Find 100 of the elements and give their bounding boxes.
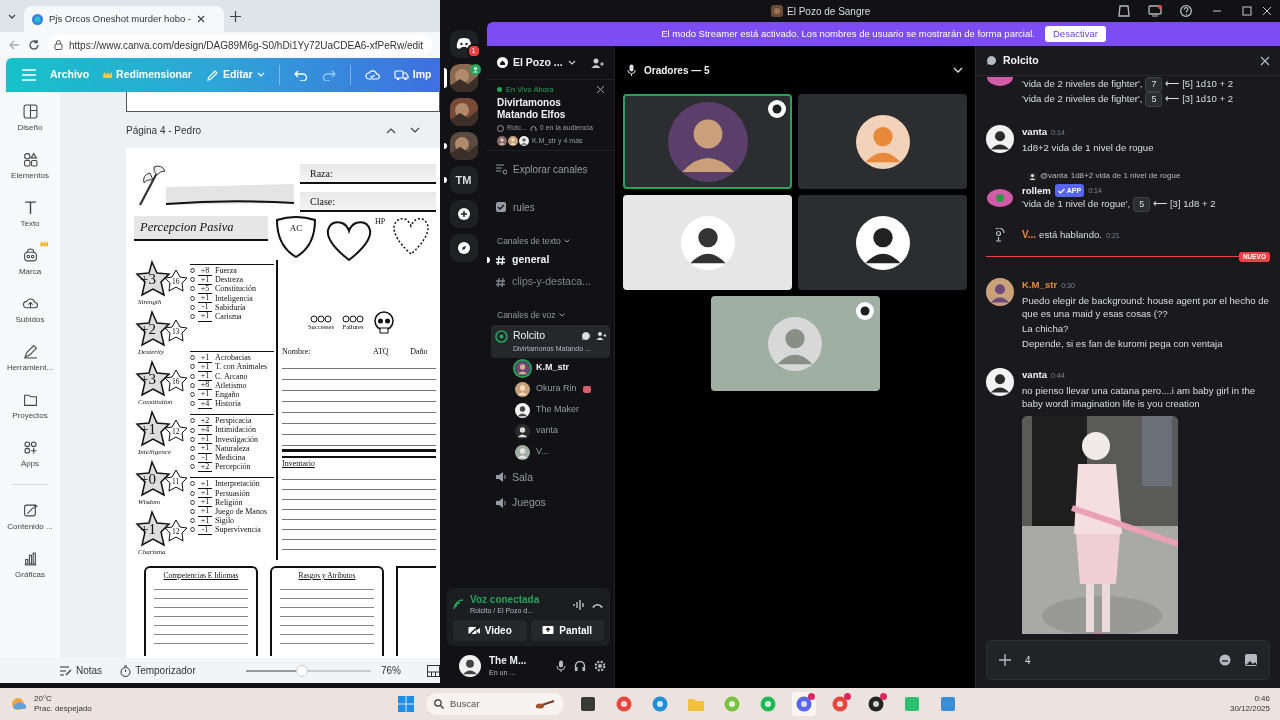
maximize-icon[interactable] — [1242, 6, 1252, 16]
video-tile[interactable] — [623, 195, 792, 290]
reply-preview[interactable]: @vanta 1d8+2 vida de 1 nivel de rogue — [976, 170, 1280, 182]
star-drawing — [134, 360, 188, 398]
voice-member[interactable]: V... — [487, 441, 614, 463]
headphones-icon[interactable] — [574, 660, 586, 672]
skill-row: +1 Engaño — [190, 389, 274, 400]
search-field[interactable]: Buscar — [426, 693, 564, 715]
avatar — [519, 136, 529, 146]
author-name[interactable]: vanta — [1022, 126, 1048, 137]
avatar — [768, 316, 822, 371]
noise-suppression-icon[interactable] — [573, 599, 585, 610]
video-button[interactable]: Video — [453, 620, 527, 641]
reload-icon[interactable] — [28, 39, 40, 51]
sidebar-item[interactable]: Herramient... — [2, 336, 58, 384]
screen-share-icon[interactable] — [1148, 5, 1162, 17]
author-name[interactable]: rollem — [1022, 184, 1051, 197]
invite-icon[interactable] — [596, 331, 606, 342]
sidebar-item[interactable]: Proyectos — [2, 384, 58, 432]
section-title: Oradores — 5 — [644, 63, 711, 78]
skull-drawing — [372, 311, 396, 335]
voice-channel-item[interactable]: Sala — [491, 466, 610, 489]
sidebar-item[interactable]: Subidos — [2, 288, 58, 336]
signal-icon — [453, 599, 464, 610]
stage-moderator-icon — [768, 100, 786, 118]
inbox-icon[interactable] — [1118, 5, 1130, 17]
start-icon[interactable] — [398, 696, 414, 712]
toolbar-button[interactable]: Imp — [393, 67, 432, 83]
sidebar-item[interactable]: Texto — [2, 192, 58, 240]
user-name: The M... — [489, 654, 528, 669]
help-icon[interactable] — [1180, 5, 1192, 17]
author-name[interactable]: K.M_str — [1022, 278, 1058, 290]
star-drawing — [134, 510, 188, 548]
video-tile[interactable] — [798, 94, 967, 189]
author-name[interactable]: V... — [1022, 229, 1037, 240]
apps-icon — [22, 440, 38, 455]
disable-button[interactable]: Desactivar — [1045, 25, 1106, 43]
voice-channel-item[interactable]: Juegos — [491, 492, 610, 514]
video-tile[interactable] — [798, 195, 967, 290]
skill-row: +2 Percepción — [190, 462, 274, 472]
server-name-button[interactable]: El Pozo ... — [497, 54, 585, 71]
timer-button[interactable]: Temporizador — [120, 663, 196, 678]
speaker-icon — [495, 471, 507, 484]
close-icon[interactable] — [197, 15, 206, 23]
notes-icon — [60, 665, 72, 676]
microphone-icon[interactable] — [556, 660, 566, 672]
video-tile[interactable] — [623, 94, 792, 189]
text-icon — [22, 200, 38, 215]
voice-member[interactable]: vanta — [487, 420, 614, 442]
skill-row: +8 Fuerza — [190, 266, 274, 276]
image-icon[interactable] — [1245, 654, 1257, 666]
server-button[interactable] — [443, 64, 484, 92]
chat-icon[interactable] — [581, 331, 591, 342]
sidebar-item[interactable]: Contenido ... — [2, 495, 58, 543]
channel-item[interactable]: rules — [487, 195, 614, 220]
voice-member[interactable]: Okura Rin — [487, 378, 614, 400]
attach-icon[interactable] — [999, 654, 1011, 666]
magic-icon — [22, 503, 38, 518]
zoom-slider-thumb[interactable] — [296, 664, 309, 677]
notes-button[interactable]: Notas — [60, 663, 103, 678]
page-view-icon[interactable] — [427, 664, 440, 677]
channel-item[interactable]: general — [487, 249, 614, 272]
browse-channels-item[interactable]: Explorar canales — [487, 157, 614, 182]
screen-share-button[interactable]: Pantall — [530, 620, 604, 641]
message-text: Depende, si es fan de kuromi pega con ventaja — [1022, 336, 1224, 350]
author-name[interactable]: vanta — [1022, 368, 1048, 380]
undo-icon[interactable] — [293, 69, 308, 81]
star-drawing — [134, 460, 188, 498]
sidebar-item[interactable]: Apps — [2, 432, 58, 480]
emoji-icon[interactable] — [1219, 654, 1231, 666]
category-header[interactable]: Canales de texto — [487, 233, 614, 250]
invite-icon[interactable] — [591, 56, 604, 69]
weather-text: Prac. despejado — [34, 704, 92, 714]
browser-tab[interactable]: Pjs Orcos Oneshot murder hobo - — [24, 6, 224, 32]
sidebar-item[interactable]: Gráficas — [2, 543, 58, 591]
sidebar-item[interactable]: Elementos — [2, 144, 58, 192]
message-composer[interactable]: 4 — [986, 640, 1270, 680]
sidebar-item[interactable]: Diseño — [2, 96, 58, 144]
close-icon[interactable] — [597, 86, 604, 94]
chevron-up-icon[interactable] — [386, 126, 396, 134]
video-tile[interactable] — [710, 296, 880, 391]
new-tab-icon[interactable] — [230, 10, 241, 22]
roll-result: 'vida de 1 nivel de rogue', 5 ⟵ [3] 1d8 + 2 — [1022, 197, 1216, 212]
skill-row: +1 Interpretación — [190, 479, 274, 489]
chevron-down-icon[interactable] — [410, 126, 420, 134]
sidebar-item[interactable]: Marca — [2, 240, 58, 288]
close-icon[interactable] — [1260, 55, 1270, 66]
channel-item[interactable]: clips-y-destaca... — [487, 271, 614, 294]
avatar — [855, 114, 910, 169]
voice-member[interactable]: The Maker — [487, 399, 614, 421]
voice-member[interactable]: K.M_str — [487, 357, 614, 379]
settings-icon[interactable] — [594, 660, 606, 672]
skill-row: -1 Sabiduría — [190, 302, 274, 312]
roll-result: 'vida de 2 niveles de fighter', 5 ⟵ [3] 1d10 + 2 — [1022, 92, 1234, 107]
address-bar[interactable]: https://www.canva.com/design/DAG89M6g-S0/hDi1Yy72UaCDEA6-xfPeRw/edit — [48, 35, 432, 55]
clock[interactable]: 0:46 30/12/2025 — [1229, 694, 1270, 714]
shield-drawing — [274, 216, 318, 258]
avatar — [497, 136, 507, 146]
category-header[interactable]: Canales de voz — [487, 307, 614, 324]
voice-status: Voz conectada — [470, 593, 541, 606]
